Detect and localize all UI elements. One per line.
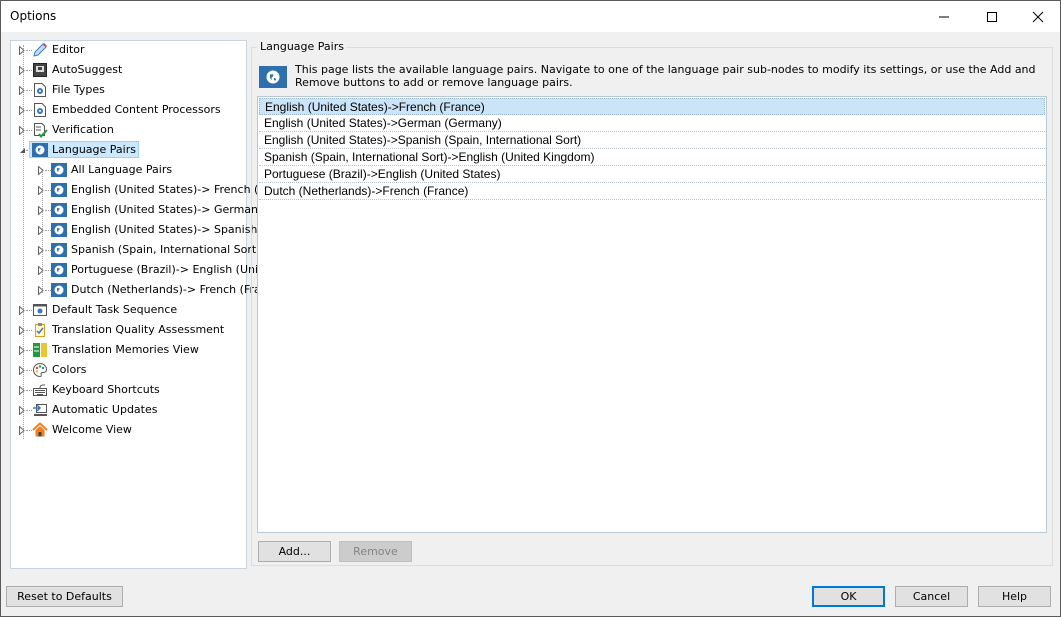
globe-icon xyxy=(51,242,67,258)
language-pair-row[interactable]: English (United States)->French (France) xyxy=(259,98,1045,115)
maximize-button[interactable] xyxy=(969,1,1015,32)
tree-item[interactable]: AutoSuggest xyxy=(11,60,246,80)
group-title: Language Pairs xyxy=(257,40,347,53)
options-dialog: Options Editor AutoSuggest File Types Embed… xyxy=(0,0,1061,617)
language-pair-row[interactable]: Spanish (Spain, International Sort)->Eng… xyxy=(259,149,1045,166)
tm-view-icon xyxy=(32,342,48,358)
info-text: This page lists the available language p… xyxy=(295,63,1036,89)
options-tree[interactable]: Editor AutoSuggest File Types Embedded Cont… xyxy=(10,40,266,569)
tree-item[interactable]: Verification xyxy=(11,120,246,140)
tree-item[interactable]: Editor xyxy=(11,40,246,60)
globe-icon xyxy=(51,282,67,298)
window-gear-icon xyxy=(32,302,48,318)
tree-subitem[interactable]: Dutch (Netherlands)-> French (Fra xyxy=(11,280,261,300)
keyboard-icon xyxy=(32,382,48,398)
tree-item[interactable]: Language Pairs xyxy=(11,140,246,160)
tree-item[interactable]: Welcome View xyxy=(11,420,246,440)
language-pair-row[interactable]: Portuguese (Brazil)->English (United Sta… xyxy=(259,166,1045,183)
cancel-button[interactable]: Cancel xyxy=(895,586,968,607)
file-gear-icon xyxy=(32,82,48,98)
tree-item-label: All Language Pairs xyxy=(71,163,173,176)
autosuggest-icon xyxy=(32,62,48,78)
tree-item[interactable]: Keyboard Shortcuts xyxy=(11,380,246,400)
maximize-icon xyxy=(987,11,997,22)
tree-item-label: File Types xyxy=(52,83,105,96)
tree-item-label: Portuguese (Brazil)-> English (Unit xyxy=(71,263,263,276)
tree-item-label: Translation Quality Assessment xyxy=(52,323,225,336)
tree-subitem[interactable]: Spanish (Spain, International Sort) xyxy=(11,240,261,260)
home-icon xyxy=(32,422,48,438)
language-pair-row[interactable]: Dutch (Netherlands)->French (France) xyxy=(259,183,1045,200)
close-button[interactable] xyxy=(1015,1,1061,32)
tree-item-label: Colors xyxy=(52,363,87,376)
tree-subitem[interactable]: English (United States)-> German ( xyxy=(11,200,266,220)
tree-subitem[interactable]: Portuguese (Brazil)-> English (Unit xyxy=(11,260,262,280)
tree-item[interactable]: Embedded Content Processors xyxy=(11,100,246,120)
tree-item[interactable]: Colors xyxy=(11,360,246,380)
globe-icon xyxy=(32,142,48,158)
window-title: Options xyxy=(10,9,57,23)
minimize-icon xyxy=(939,16,949,17)
tree-item-label: Editor xyxy=(52,43,85,56)
globe-info-icon xyxy=(259,66,287,88)
tree-item-label: Embedded Content Processors xyxy=(52,103,221,116)
globe-icon xyxy=(51,182,67,198)
tree-item[interactable]: Translation Quality Assessment xyxy=(11,320,246,340)
tree-subitem[interactable]: English (United States)-> Spanish ( xyxy=(11,220,265,240)
close-icon xyxy=(1032,11,1044,22)
tree-item-label: Automatic Updates xyxy=(52,403,158,416)
tree-item-label: Keyboard Shortcuts xyxy=(52,383,160,396)
tree-item-label: Default Task Sequence xyxy=(52,303,178,316)
ok-button[interactable]: OK xyxy=(812,586,885,607)
tree-item-label: Verification xyxy=(52,123,114,136)
tree-subitem[interactable]: English (United States)-> French (F xyxy=(11,180,265,200)
language-pair-row[interactable]: English (United States)->German (Germany… xyxy=(259,115,1045,132)
checklist-icon xyxy=(32,122,48,138)
tree-item-label: English (United States)-> German ( xyxy=(71,203,266,216)
remove-button[interactable]: Remove xyxy=(339,541,412,562)
tree-item-label: English (United States)-> French (F xyxy=(71,183,265,196)
tree-item-label: Translation Memories View xyxy=(52,343,199,356)
globe-icon xyxy=(51,222,67,238)
palette-icon xyxy=(32,362,48,378)
tree-item-label: English (United States)-> Spanish ( xyxy=(71,223,266,236)
tree-subitem[interactable]: All Language Pairs xyxy=(11,160,246,180)
file-gear-icon xyxy=(32,102,48,118)
globe-icon xyxy=(51,162,67,178)
tree-item-label: AutoSuggest xyxy=(52,63,123,76)
tree-item[interactable]: Automatic Updates xyxy=(11,400,246,420)
tree-item-label: Welcome View xyxy=(52,423,132,436)
minimize-button[interactable] xyxy=(921,1,967,32)
clipboard-check-icon xyxy=(32,322,48,338)
reset-to-defaults-button[interactable]: Reset to Defaults xyxy=(6,586,123,607)
add-button[interactable]: Add... xyxy=(258,541,331,562)
computer-update-icon xyxy=(32,402,48,418)
tree-item[interactable]: Translation Memories View xyxy=(11,340,246,360)
globe-icon xyxy=(51,262,67,278)
title-bar: Options xyxy=(1,1,1060,32)
language-pairs-list[interactable]: English (United States)->French (France)… xyxy=(257,96,1047,533)
tree-item-label: Spanish (Spain, International Sort) xyxy=(71,243,261,256)
language-pair-row[interactable]: English (United States)->Spanish (Spain,… xyxy=(259,132,1045,149)
tree-item-label: Dutch (Netherlands)-> French (Fra xyxy=(71,283,261,296)
pencil-icon xyxy=(32,42,48,58)
tree-item[interactable]: File Types xyxy=(11,80,246,100)
globe-icon xyxy=(51,202,67,218)
help-button[interactable]: Help xyxy=(978,586,1051,607)
tree-item[interactable]: Default Task Sequence xyxy=(11,300,246,320)
